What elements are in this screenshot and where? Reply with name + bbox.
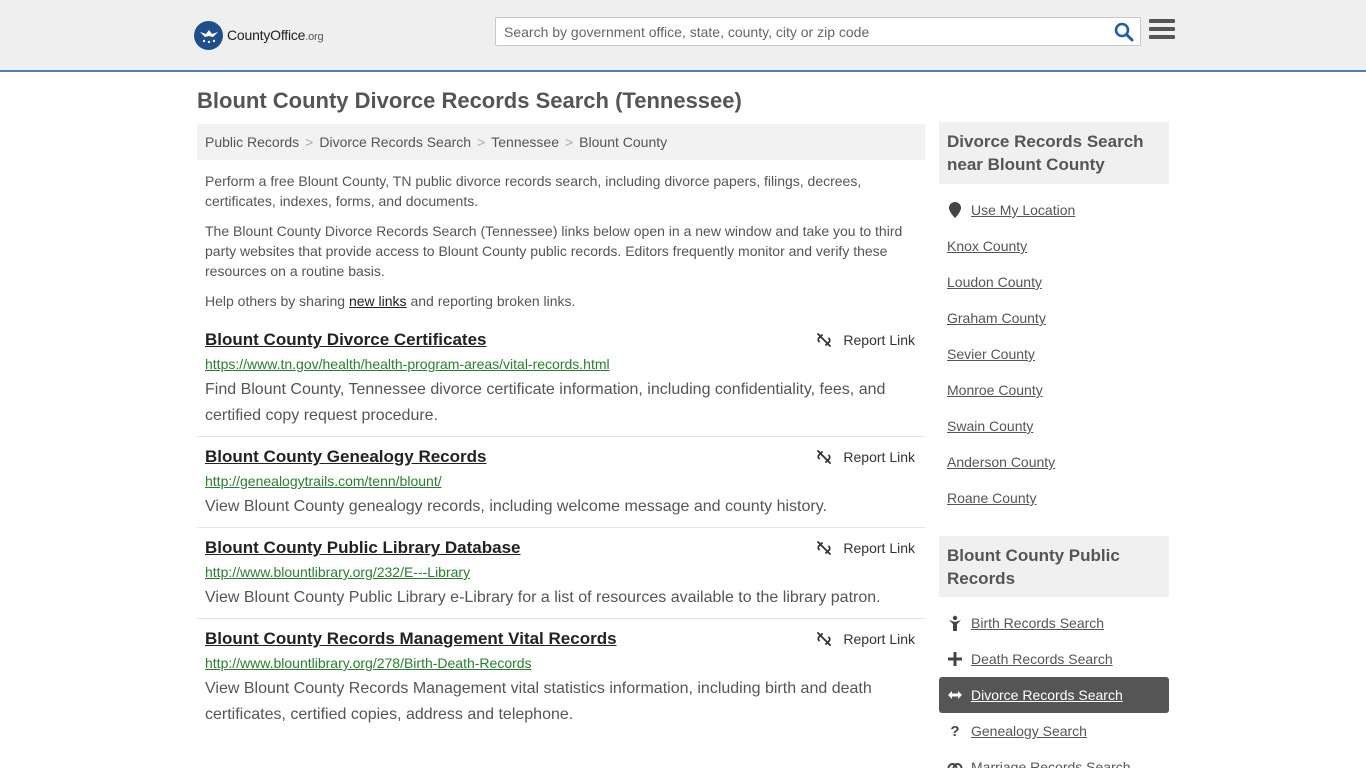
result-url[interactable]: http://www.blountlibrary.org/232/E---Lib… [205, 564, 470, 580]
use-location-link[interactable]: Use My Location [971, 202, 1075, 218]
broken-link-icon [817, 450, 832, 464]
result-url[interactable]: https://www.tn.gov/health/health-program… [205, 356, 610, 372]
search-button[interactable] [1114, 22, 1134, 42]
intro-paragraph-2: The Blount County Divorce Records Search… [205, 223, 903, 279]
result-url[interactable]: http://www.blountlibrary.org/278/Birth-D… [205, 655, 532, 671]
report-link-button[interactable]: Report Link [816, 631, 915, 647]
result-item: Blount County Genealogy Records Report L… [197, 447, 925, 528]
breadcrumb: Public Records > Divorce Records Search > Te… [197, 124, 925, 160]
result-title-link[interactable]: Blount County Divorce Certificates [205, 330, 487, 350]
logo-name: CountyOffice [227, 27, 306, 43]
new-links-link[interactable]: new links [349, 293, 407, 309]
nearby-item-knox[interactable]: Knox County [939, 228, 1169, 264]
use-location-item[interactable]: Use My Location [939, 192, 1169, 228]
nearby-item-roane[interactable]: Roane County [939, 480, 1169, 516]
search-input[interactable] [496, 18, 1096, 45]
baby-icon [947, 615, 963, 631]
report-link-button[interactable]: Report Link [816, 540, 915, 556]
nearby-item-loudon[interactable]: Loudon County [939, 264, 1169, 300]
map-pin-icon [947, 202, 963, 218]
intro-text: Perform a free Blount County, TN public … [205, 171, 915, 321]
nearby-heading: Divorce Records Search near Blount Count… [939, 122, 1169, 184]
result-item: Blount County Divorce Certificates Repor… [197, 330, 925, 437]
nearby-item-anderson[interactable]: Anderson County [939, 444, 1169, 480]
breadcrumb-separator: > [477, 134, 486, 150]
eagle-logo-icon [194, 20, 223, 50]
public-records-heading: Blount County Public Records [939, 536, 1169, 597]
sidebar-item-genealogy[interactable]: ? Genealogy Search [939, 713, 1169, 749]
rings-icon [947, 759, 963, 768]
result-description: View Blount County Records Management vi… [205, 680, 872, 723]
question-icon: ? [950, 722, 960, 740]
result-url[interactable]: http://genealogytrails.com/tenn/blount/ [205, 473, 442, 489]
sidebar-item-divorce-records[interactable]: Divorce Records Search [939, 677, 1169, 713]
nearby-item-graham[interactable]: Graham County [939, 300, 1169, 336]
sidebar-item-death-records[interactable]: Death Records Search [939, 641, 1169, 677]
intro-paragraph-3: Help others by sharing new links and rep… [205, 293, 576, 309]
hamburger-menu-icon[interactable] [1149, 19, 1175, 43]
intro-paragraph-1: Perform a free Blount County, TN public … [205, 173, 862, 209]
public-records-list: Birth Records Search Death Records Searc… [939, 605, 1169, 768]
page-title: Blount County Divorce Records Search (Te… [197, 88, 742, 113]
breadcrumb-blount-county[interactable]: Blount County [579, 134, 667, 150]
result-item: Blount County Public Library Database Re… [197, 538, 925, 619]
sidebar-item-marriage-records[interactable]: Marriage Records Search [939, 749, 1169, 768]
result-title-link[interactable]: Blount County Genealogy Records [205, 447, 486, 467]
nearby-item-swain[interactable]: Swain County [939, 408, 1169, 444]
broken-link-icon [817, 541, 832, 555]
report-link-button[interactable]: Report Link [816, 332, 915, 348]
breadcrumb-tennessee[interactable]: Tennessee [491, 134, 559, 150]
sidebar-item-birth-records[interactable]: Birth Records Search [939, 605, 1169, 641]
cross-icon [947, 651, 963, 667]
result-title-link[interactable]: Blount County Records Management Vital R… [205, 629, 617, 649]
result-description: View Blount County genealogy records, in… [205, 498, 827, 515]
result-description: Find Blount County, Tennessee divorce ce… [205, 381, 886, 424]
broken-link-icon [817, 632, 832, 646]
arrows-horizontal-icon [947, 687, 963, 703]
search-icon [1114, 22, 1134, 42]
breadcrumb-separator: > [564, 134, 574, 150]
breadcrumb-divorce-records[interactable]: Divorce Records Search [319, 134, 471, 150]
result-item: Blount County Records Management Vital R… [197, 629, 925, 739]
nearby-item-sevier[interactable]: Sevier County [939, 336, 1169, 372]
result-title-link[interactable]: Blount County Public Library Database [205, 538, 521, 558]
nearby-list: Use My Location Knox County Loudon Count… [939, 192, 1169, 516]
report-link-button[interactable]: Report Link [816, 449, 915, 465]
nearby-item-monroe[interactable]: Monroe County [939, 372, 1169, 408]
logo-tld: .org [305, 31, 324, 43]
site-logo[interactable]: CountyOffice.org [194, 20, 324, 50]
broken-link-icon [817, 333, 832, 347]
result-description: View Blount County Public Library e-Libr… [205, 589, 881, 606]
site-header: CountyOffice.org [0, 0, 1366, 72]
breadcrumb-separator: > [305, 134, 314, 150]
search-bar [495, 17, 1141, 46]
breadcrumb-public-records[interactable]: Public Records [205, 134, 299, 150]
